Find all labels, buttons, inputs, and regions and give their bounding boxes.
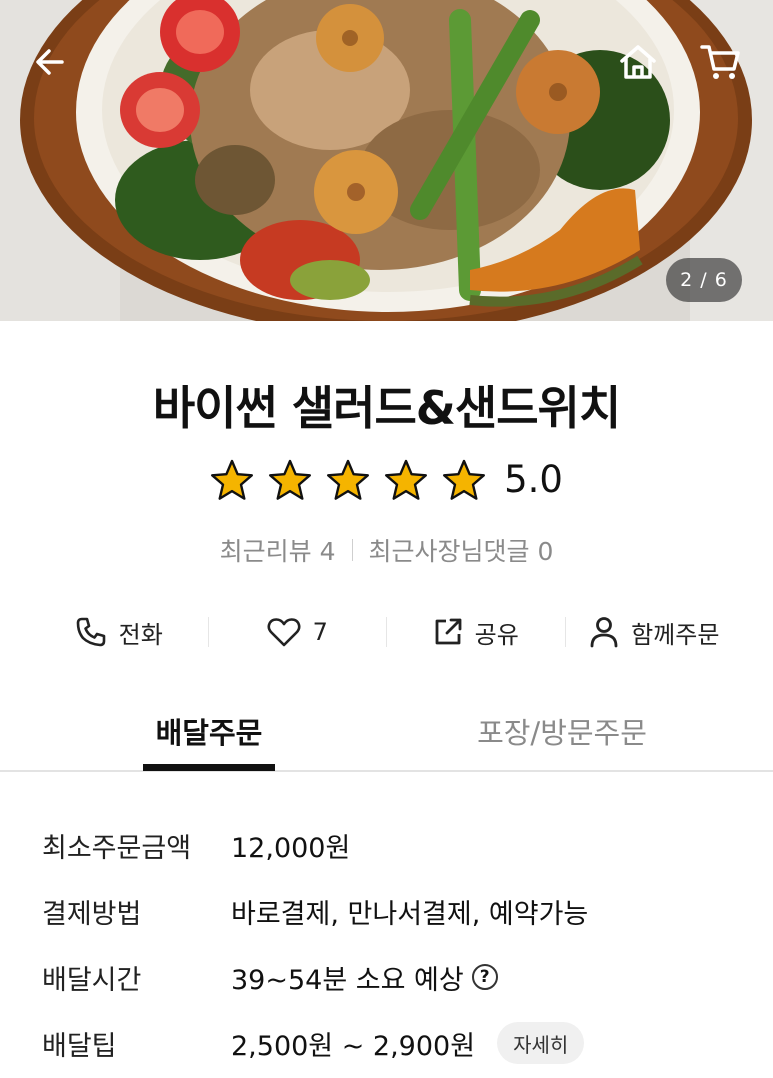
owner-comments-link[interactable]: 최근사장님댓글 0 [369, 532, 554, 568]
min-order-label: 최소주문금액 [42, 832, 192, 864]
star-icon [385, 459, 428, 500]
phone-icon [76, 617, 105, 647]
delivery-info: 최소주문금액 12,000원 결제방법 바로결제, 만나서결제, 예약가능 배달… [42, 812, 742, 1076]
delivery-time-value-wrap: 39~54분 소요 예상 ? [231, 958, 498, 997]
delivery-tip-value: 2,500원 ~ 2,900원 [231, 1030, 476, 1062]
star-icon [211, 459, 254, 500]
help-icon[interactable]: ? [471, 964, 498, 990]
star-icon [327, 459, 370, 500]
share-label: 공유 [474, 620, 519, 649]
tab-delivery[interactable]: 배달주문 [143, 710, 275, 770]
group-order-label: 함께주문 [631, 620, 720, 649]
heart-icon [267, 618, 301, 647]
delivery-tip-row: 배달팁 2,500원 ~ 2,900원 자세히 [42, 1010, 742, 1076]
home-icon [620, 45, 656, 79]
store-photo-gallery[interactable]: 2 / 6 [0, 0, 773, 321]
star-icon [443, 459, 486, 500]
arrow-left-icon [36, 49, 64, 75]
store-name: 바이썬 샐러드&샌드위치 [152, 381, 621, 435]
active-tab-indicator [143, 764, 275, 771]
share-icon [435, 618, 462, 645]
payment-label: 결제방법 [42, 898, 142, 930]
back-button[interactable] [26, 38, 74, 86]
store-actions: 전화 7 공유 함께주문 [30, 608, 743, 656]
payment-row: 결제방법 바로결제, 만나서결제, 예약가능 [42, 878, 742, 944]
delivery-tip-value-wrap: 2,500원 ~ 2,900원 자세히 [231, 1022, 585, 1064]
star-icon [269, 459, 312, 500]
rating-value: 5.0 [504, 458, 563, 501]
delivery-tip-detail-button[interactable]: 자세히 [497, 1022, 585, 1064]
tab-pickup[interactable]: 포장/방문주문 [462, 710, 662, 770]
delivery-time-value: 39~54분 소요 예상 [231, 964, 464, 996]
home-button[interactable] [614, 38, 662, 86]
payment-value: 바로결제, 만나서결제, 예약가능 [231, 898, 589, 930]
recent-reviews-link[interactable]: 최근리뷰 4 [220, 532, 336, 568]
review-meta: 최근리뷰 4 최근사장님댓글 0 [0, 532, 773, 568]
call-button[interactable]: 전화 [30, 608, 208, 656]
order-type-tabs: 배달주문 포장/방문주문 [0, 700, 773, 772]
favorite-count: 7 [312, 618, 328, 646]
delivery-time-label: 배달시간 [42, 964, 142, 996]
min-order-row: 최소주문금액 12,000원 [42, 812, 742, 878]
rating-stars [210, 459, 486, 501]
delivery-tip-label: 배달팁 [42, 1030, 117, 1062]
delivery-time-row: 배달시간 39~54분 소요 예상 ? [42, 944, 742, 1010]
favorite-button[interactable]: 7 [209, 608, 387, 656]
store-rating: 5.0 [0, 458, 773, 501]
share-button[interactable]: 공유 [387, 608, 565, 656]
gallery-counter: 2 / 6 [666, 258, 742, 302]
group-order-button[interactable]: 함께주문 [566, 608, 744, 656]
person-icon [590, 617, 618, 648]
min-order-value: 12,000원 [231, 832, 351, 864]
cart-icon [700, 45, 740, 79]
cart-button[interactable] [696, 38, 744, 86]
call-label: 전화 [118, 620, 163, 649]
divider [351, 539, 353, 561]
